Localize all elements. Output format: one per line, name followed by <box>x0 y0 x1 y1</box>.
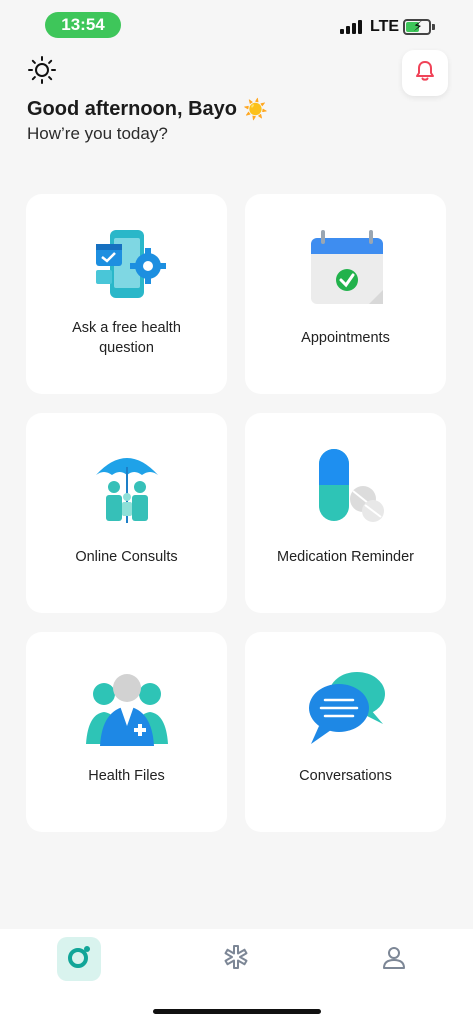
chat-bubbles-illustration <box>301 664 391 748</box>
umbrella-family-illustration <box>82 445 172 529</box>
card-online-consults[interactable]: Online Consults <box>26 413 227 613</box>
medical-star-icon <box>223 944 249 975</box>
card-label: Health Files <box>88 768 165 784</box>
card-label: Ask a free health question <box>72 320 181 356</box>
status-time: 13:54 <box>45 12 121 38</box>
notifications-button[interactable] <box>402 50 448 96</box>
card-label: Appointments <box>301 330 390 346</box>
greeting-subtitle: How’re you today? <box>27 124 168 143</box>
bell-icon <box>413 59 437 88</box>
card-medication-reminder[interactable]: Medication Reminder <box>245 413 446 613</box>
card-label: Medication Reminder <box>276 549 414 565</box>
calendar-check-illustration <box>301 226 391 310</box>
tab-home[interactable] <box>57 937 101 981</box>
card-label: Conversations <box>299 768 392 784</box>
network-label: LTE <box>370 18 400 35</box>
tab-health[interactable] <box>214 937 258 981</box>
pills-illustration <box>301 445 391 529</box>
status-bar: 13:54 LTE ⚡ <box>0 0 473 48</box>
home-indicator <box>153 1009 321 1014</box>
signal-icon <box>340 20 362 34</box>
doctor-illustration <box>82 664 172 748</box>
battery-tip <box>432 24 435 30</box>
tab-profile[interactable] <box>372 937 416 981</box>
card-conversations[interactable]: Conversations <box>245 632 446 832</box>
user-icon <box>381 944 407 975</box>
sun-emoji-icon: ☀️ <box>243 99 268 121</box>
card-label: Online Consults <box>75 549 178 565</box>
sun-icon[interactable] <box>27 55 57 85</box>
greeting-title: Good afternoon, Bayo ☀️ <box>27 97 268 122</box>
home-ring-icon <box>66 944 92 975</box>
card-ask-question[interactable]: Ask a free health question <box>26 194 227 394</box>
phone-gear-illustration <box>82 226 172 310</box>
card-health-files[interactable]: Health Files <box>26 632 227 832</box>
battery-icon: ⚡ <box>403 18 431 35</box>
card-appointments[interactable]: Appointments <box>245 194 446 394</box>
greeting-text: Good afternoon, Bayo <box>27 98 237 120</box>
